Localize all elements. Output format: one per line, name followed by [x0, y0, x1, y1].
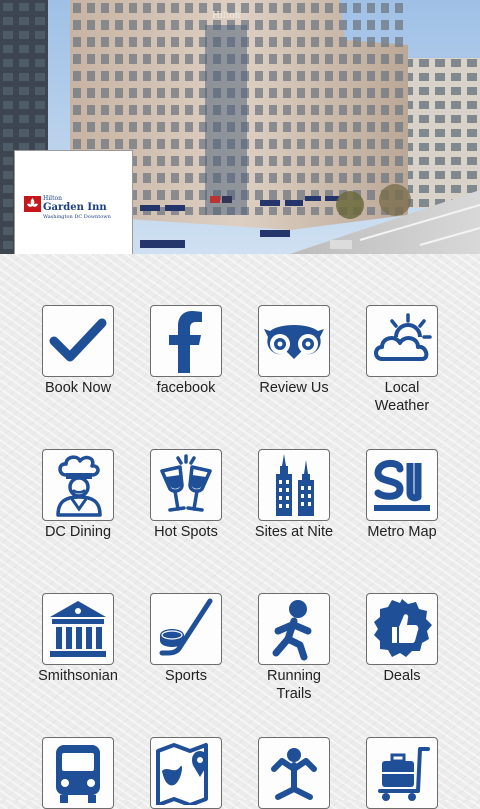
metro-map-button[interactable] — [366, 449, 438, 521]
tile-label: Deals — [383, 668, 421, 684]
local-weather-button[interactable] — [366, 305, 438, 377]
tile-label: facebook — [156, 380, 216, 396]
champagne-glasses-icon — [160, 454, 212, 512]
yoga-button[interactable] — [258, 737, 330, 809]
book-now-button[interactable] — [42, 305, 114, 377]
hockey-stick-icon — [159, 598, 213, 656]
map-pin-icon — [156, 743, 208, 805]
tile-label: DC Dining — [44, 524, 112, 540]
logo-line-garden-inn: Garden Inn — [43, 202, 107, 213]
deals-button[interactable] — [366, 593, 438, 665]
tile-label: Sites at Nite — [254, 524, 334, 540]
checkmark-icon — [49, 318, 107, 362]
building-sign: Hilton — [212, 11, 241, 21]
tile-label: Sports — [165, 668, 207, 684]
review-us-button[interactable] — [258, 305, 330, 377]
tile-label: Metro Map — [367, 524, 437, 540]
running-trails-button[interactable] — [258, 593, 330, 665]
hilton-garden-flower-icon — [24, 196, 41, 212]
chef-icon — [56, 455, 102, 517]
skyscrapers-icon — [276, 454, 314, 516]
stumbleupon-icon — [374, 460, 430, 511]
map-button[interactable] — [150, 737, 222, 809]
sports-button[interactable] — [150, 593, 222, 665]
tile-label: Running Trails — [266, 668, 321, 702]
tile-label: Hot Spots — [154, 524, 218, 540]
sun-cloud-icon — [374, 313, 432, 361]
tile-label: Smithsonian — [38, 668, 118, 684]
museum-icon — [50, 601, 106, 657]
tile-label: Book Now — [44, 380, 112, 396]
tile-label: Review Us — [259, 380, 329, 396]
thumbs-up-badge-icon — [374, 599, 432, 657]
hero-banner: Hilton Hilton Garden Inn Washington DC D… — [0, 0, 480, 254]
logo-line-location: Washington DC Downtown — [43, 214, 111, 220]
hot-spots-button[interactable] — [150, 449, 222, 521]
facebook-icon — [169, 311, 202, 373]
hotel-logo: Hilton Garden Inn Washington DC Downtown — [14, 150, 133, 254]
sites-at-nite-button[interactable] — [258, 449, 330, 521]
tile-label: Local Weather — [374, 380, 430, 414]
smithsonian-button[interactable] — [42, 593, 114, 665]
bus-icon — [56, 745, 100, 803]
luggage-button[interactable] — [366, 737, 438, 809]
bus-button[interactable] — [42, 737, 114, 809]
facebook-button[interactable] — [150, 305, 222, 377]
luggage-cart-icon — [378, 747, 430, 801]
yoga-icon — [271, 748, 317, 800]
tripadvisor-owl-icon — [264, 325, 324, 359]
dc-dining-button[interactable] — [42, 449, 114, 521]
runner-icon — [272, 600, 312, 661]
